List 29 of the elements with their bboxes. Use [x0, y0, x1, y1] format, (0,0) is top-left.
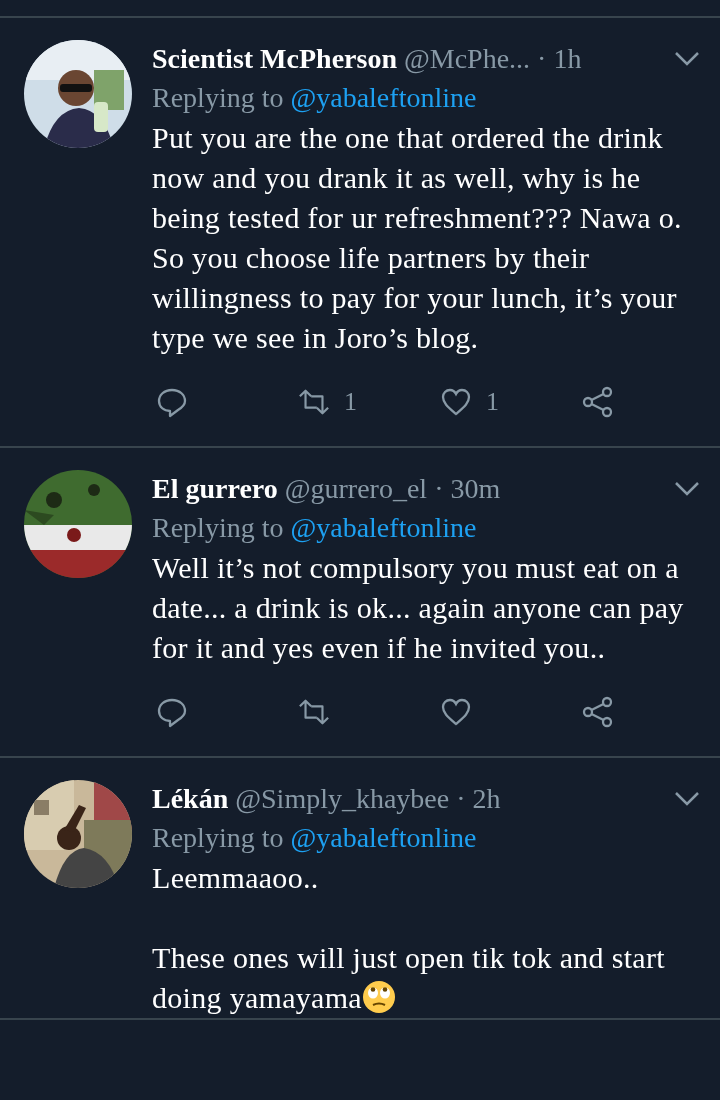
share-icon[interactable]: [582, 696, 614, 728]
mention-link[interactable]: @yabaleftonline: [290, 512, 477, 543]
heart-icon[interactable]: [440, 386, 472, 418]
reply-icon[interactable]: [156, 696, 188, 728]
reply-icon[interactable]: [156, 386, 188, 418]
replying-to-line: Replying to @yabaleftonline: [152, 81, 478, 115]
tweet-text: Well it’s not compulsory you must eat on a date... a drink is ok... again anyone can pay for it and yes even if he invited you..: [152, 550, 685, 666]
like-count: 1: [486, 387, 499, 417]
author-name[interactable]: Scientist McPherson: [152, 40, 397, 78]
author-handle: @McPhe...: [403, 42, 531, 76]
share-icon[interactable]: [582, 386, 614, 418]
replying-to-line: Replying to @yabaleftonline: [152, 821, 478, 855]
replying-to-line: Replying to @yabaleftonline: [152, 511, 478, 545]
mention-link[interactable]: @yabaleftonline: [290, 822, 477, 853]
chevron-down-icon[interactable]: [674, 481, 700, 497]
retweet-count: 1: [344, 387, 357, 417]
author-name[interactable]: Lékán: [152, 780, 229, 818]
timestamp: · 2h: [456, 782, 502, 816]
author-handle: @Simply_khaybee: [235, 782, 450, 816]
chevron-down-icon[interactable]: [674, 791, 700, 807]
tweet-text: Put you are the one that ordered the drink now and you drank it as well, why is he being tested for ur refreshment??? Nawa o. So you choose life partners by their willingness to pay for your lunch, it’s your type we see in Joro’s blog.: [152, 120, 683, 356]
chevron-down-icon[interactable]: [674, 51, 700, 67]
timestamp: · 1h: [537, 42, 583, 76]
author-name[interactable]: El gurrero: [152, 470, 278, 508]
tweet-text: Leemmaaoo.. These ones will just open tik tok and start doing yamayama: [152, 860, 666, 1016]
heart-icon[interactable]: [440, 696, 472, 728]
author-handle: @gurrero_el: [284, 472, 428, 506]
timestamp: · 30m: [434, 472, 502, 506]
mention-link[interactable]: @yabaleftonline: [290, 82, 477, 113]
